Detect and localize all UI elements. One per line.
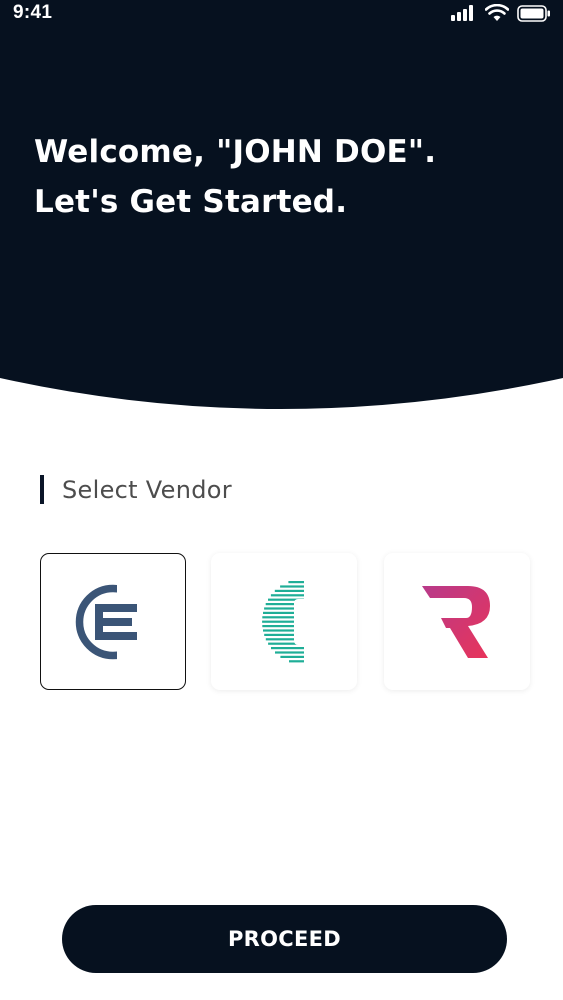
c-lines-logo-icon <box>262 580 308 662</box>
c-logo-stripe <box>275 650 304 654</box>
select-vendor-title: Select Vendor <box>62 475 232 504</box>
c-logo-stripe <box>288 580 304 583</box>
welcome-heading: Welcome, "JOHN DOE". Let's Get Started. <box>34 127 436 227</box>
c-logo-cutout <box>294 598 308 645</box>
select-vendor-header: Select Vendor <box>40 475 232 504</box>
c-logo-stripe <box>280 655 304 658</box>
r-logo-icon <box>422 585 490 658</box>
c-logo-stripe <box>274 589 304 592</box>
e-logo-icon <box>75 581 153 662</box>
c-logo-stripe <box>270 593 304 596</box>
battery-icon <box>517 4 550 22</box>
section-accent-bar <box>40 475 44 504</box>
c-logo-stripe <box>271 646 304 649</box>
welcome-line-1: Welcome, "JOHN DOE". <box>34 134 437 170</box>
status-bar: 9:41 <box>0 0 563 28</box>
c-logo-stripe <box>280 584 304 588</box>
wifi-icon <box>485 4 509 21</box>
proceed-button[interactable]: PROCEED <box>62 905 507 973</box>
status-icons <box>451 4 551 22</box>
vendor-card-2[interactable] <box>211 553 357 690</box>
vendor-card-3[interactable] <box>384 553 530 690</box>
vendor-card-1[interactable] <box>40 553 186 690</box>
status-time: 9:41 <box>13 2 53 23</box>
welcome-line-2: Let's Get Started. <box>34 184 348 220</box>
c-logo-stripe <box>289 659 304 662</box>
signal-icon <box>451 5 473 21</box>
